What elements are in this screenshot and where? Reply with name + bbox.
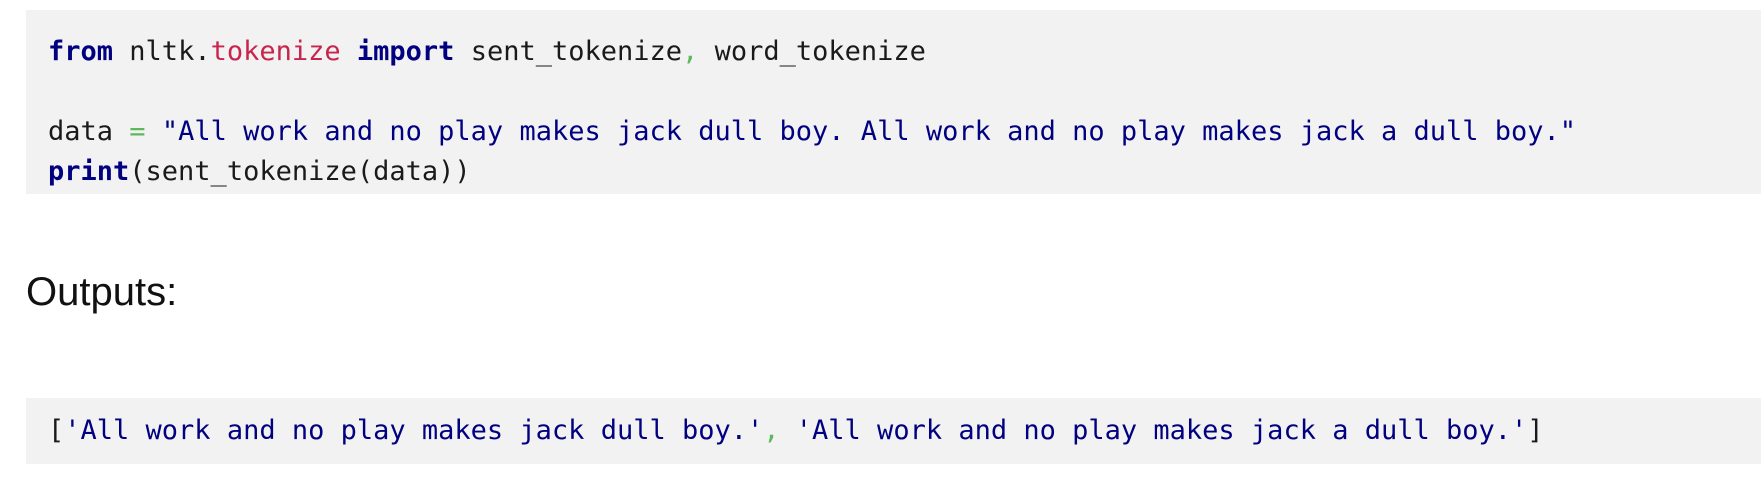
keyword-from: from xyxy=(48,36,114,67)
outputs-heading: Outputs: xyxy=(26,270,178,314)
import-comma: , xyxy=(682,36,699,67)
keyword-print: print xyxy=(48,156,130,187)
string-literal: "All work and no play makes jack dull bo… xyxy=(161,116,1577,147)
package-name: nltk. xyxy=(129,36,211,67)
output-line: ['All work and no play makes jack dull b… xyxy=(48,411,1761,451)
code-line-print: print(sent_tokenize(data)) xyxy=(48,152,1761,192)
code-line-import: from nltk.tokenize import sent_tokenize,… xyxy=(48,32,1761,72)
code-block-output: ['All work and no play makes jack dull b… xyxy=(26,398,1761,464)
output-item-1: 'All work and no play makes jack dull bo… xyxy=(64,415,764,446)
list-open-bracket: [ xyxy=(48,415,65,446)
assign-operator: = xyxy=(129,116,146,147)
module-name: tokenize xyxy=(210,36,341,67)
variable-data: data xyxy=(48,116,114,147)
keyword-import: import xyxy=(356,36,455,67)
code-block-input: from nltk.tokenize import sent_tokenize,… xyxy=(26,10,1761,194)
output-item-2: 'All work and no play makes jack a dull … xyxy=(795,415,1528,446)
list-close-bracket: ] xyxy=(1527,415,1544,446)
import-name-sent-tokenize: sent_tokenize xyxy=(470,36,683,67)
import-name-word-tokenize: word_tokenize xyxy=(714,36,926,67)
output-comma: , xyxy=(763,415,780,446)
print-call: (sent_tokenize(data)) xyxy=(129,156,471,187)
code-line-data: data = "All work and no play makes jack … xyxy=(48,112,1761,152)
